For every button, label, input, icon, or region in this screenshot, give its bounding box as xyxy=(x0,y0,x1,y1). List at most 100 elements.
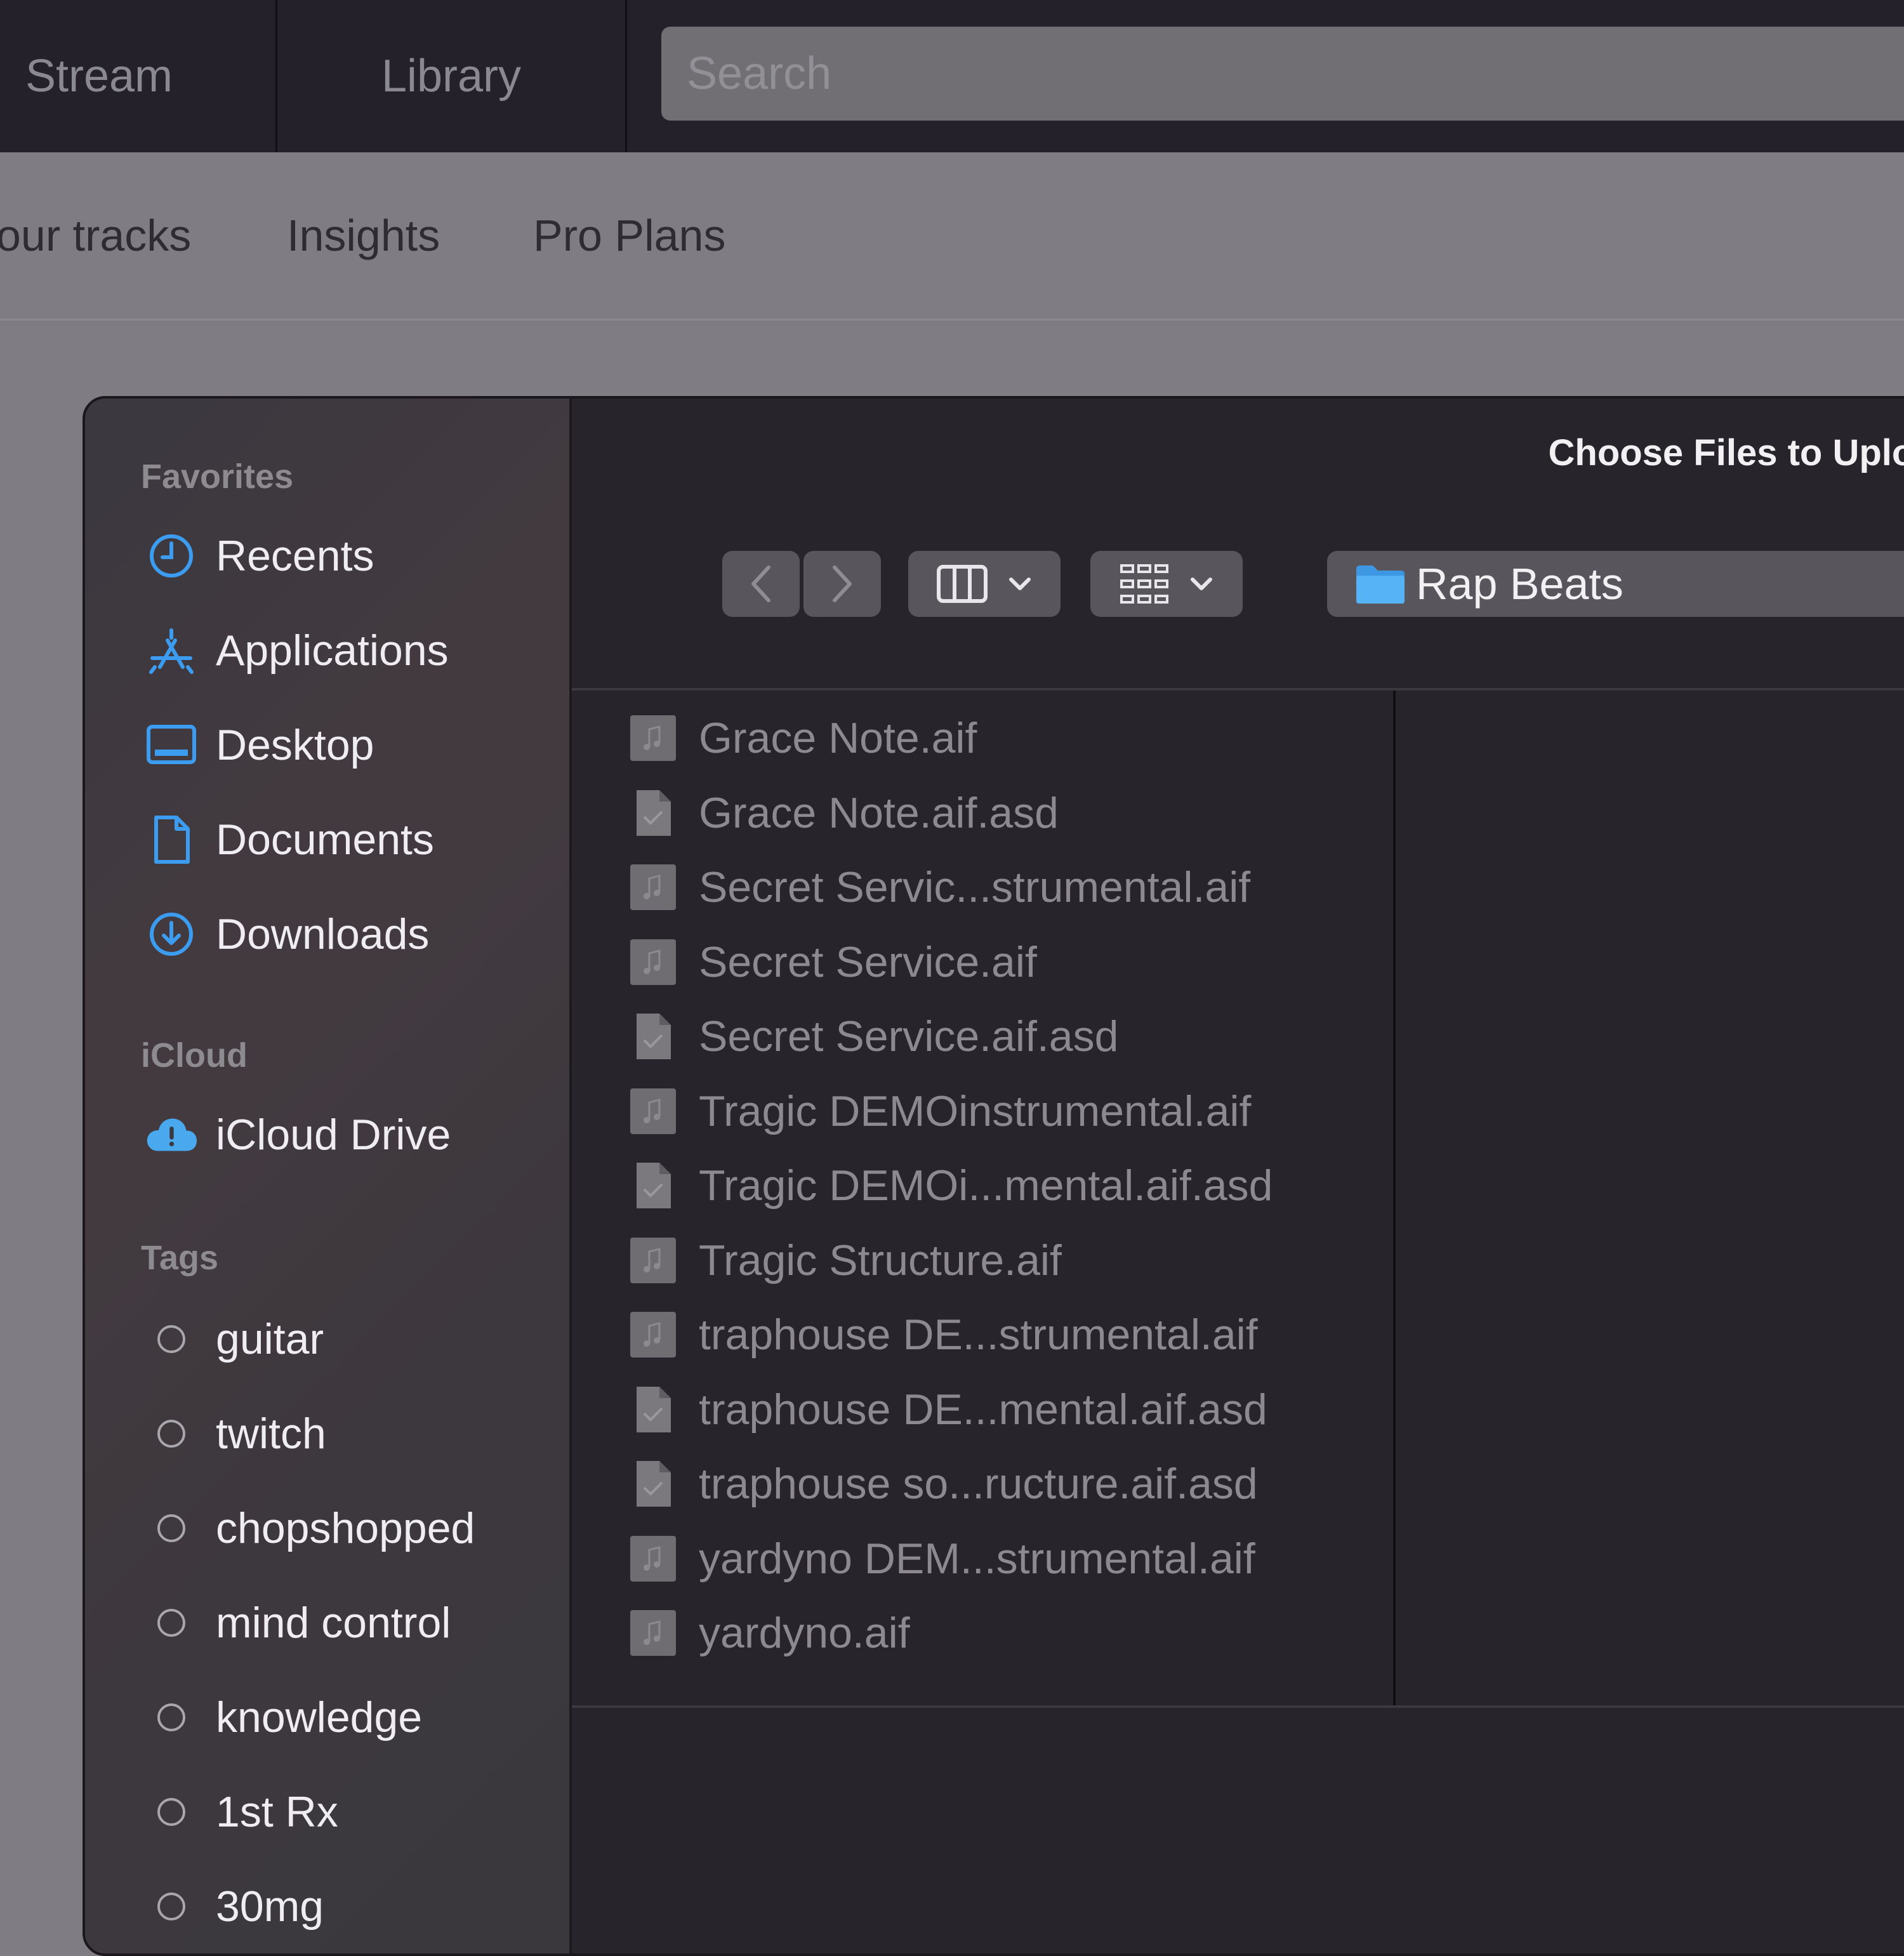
sidebar-item-label: Desktop xyxy=(216,721,374,769)
audio-file-icon xyxy=(628,713,678,763)
sidebar-tag-mind-control[interactable]: mind control xyxy=(146,1591,451,1655)
tag-circle-icon xyxy=(146,1597,197,1648)
location-popup[interactable]: Rap Beats xyxy=(1327,551,1904,617)
desktop-icon xyxy=(146,720,197,770)
tag-circle-icon xyxy=(146,1408,197,1459)
tag-circle-icon xyxy=(146,1881,197,1932)
file-name: yardyno.aif xyxy=(699,1609,910,1657)
subnav-label: Insights xyxy=(287,211,440,260)
tag-label: 30mg xyxy=(216,1882,324,1931)
file-row[interactable]: traphouse DE...strumental.aif xyxy=(628,1300,1258,1370)
file-row[interactable]: traphouse DE...mental.aif.asd xyxy=(628,1375,1267,1444)
sidebar-item-label: Applications xyxy=(216,626,449,675)
audio-file-icon xyxy=(628,1086,678,1137)
file-row[interactable]: Tragic DEMOinstrumental.aif xyxy=(628,1076,1251,1146)
sidebar-item-downloads[interactable]: Downloads xyxy=(146,902,429,966)
audio-file-icon xyxy=(628,1235,678,1286)
search-input[interactable]: Search xyxy=(661,27,1904,121)
tag-label: guitar xyxy=(216,1315,324,1363)
download-icon xyxy=(146,909,197,960)
columns-view-icon xyxy=(937,565,988,603)
document-icon xyxy=(146,814,197,865)
sidebar-item-recents[interactable]: Recents xyxy=(146,524,374,588)
file-row[interactable]: Grace Note.aif.asd xyxy=(628,778,1059,848)
audio-file-icon xyxy=(628,1608,678,1658)
sidebar-tag-twitch[interactable]: twitch xyxy=(146,1402,326,1465)
file-name: yardyno DEM...strumental.aif xyxy=(699,1534,1255,1583)
subnav-insights[interactable]: Insights xyxy=(287,152,440,319)
tag-circle-icon xyxy=(146,1314,197,1365)
icloud-warning-icon xyxy=(146,1109,197,1160)
file-name: Tragic Structure.aif xyxy=(699,1236,1062,1285)
file-name: Grace Note.aif xyxy=(699,714,977,762)
file-name: Secret Service.aif xyxy=(699,937,1037,986)
file-row[interactable]: yardyno DEM...strumental.aif xyxy=(628,1524,1255,1594)
back-button[interactable] xyxy=(722,551,800,617)
subnav-label: our tracks xyxy=(0,211,192,260)
document-file-icon xyxy=(628,788,678,838)
folder-icon xyxy=(1356,565,1405,604)
nav-separator xyxy=(625,0,627,152)
subnav-label: Pro Plans xyxy=(533,211,726,260)
file-row[interactable]: yardyno.aif xyxy=(628,1598,910,1668)
dialog-sidebar: Favorites Recents Applications Desktop D… xyxy=(85,399,572,1953)
tag-label: mind control xyxy=(216,1599,451,1647)
sidebar-item-label: iCloud Drive xyxy=(216,1111,451,1159)
chevron-down-icon xyxy=(1191,578,1212,590)
file-row[interactable]: Secret Servic...strumental.aif xyxy=(628,852,1250,922)
dialog-main: Choose Files to Upload Rap Beats xyxy=(572,399,1904,1953)
sidebar-item-desktop[interactable]: Desktop xyxy=(146,713,374,777)
favorites-heading: Favorites xyxy=(141,458,294,496)
file-name: traphouse DE...strumental.aif xyxy=(699,1311,1258,1359)
top-nav: Stream Library Search xyxy=(0,0,1904,152)
view-mode-button[interactable] xyxy=(908,551,1061,617)
document-file-icon xyxy=(628,1384,678,1435)
sidebar-tag-chopshopped[interactable]: chopshopped xyxy=(146,1497,475,1560)
sidebar-tag-guitar[interactable]: guitar xyxy=(146,1307,324,1371)
tag-label: 1st Rx xyxy=(216,1788,338,1836)
sidebar-item-label: Downloads xyxy=(216,910,430,958)
chevron-left-icon xyxy=(751,565,770,602)
applications-icon xyxy=(146,625,197,676)
tag-circle-icon xyxy=(146,1787,197,1837)
file-row[interactable]: Secret Service.aif xyxy=(628,927,1037,997)
column-divider[interactable] xyxy=(1393,691,1396,1705)
audio-file-icon xyxy=(628,1533,678,1584)
file-name: Tragic DEMOi...mental.aif.asd xyxy=(699,1161,1273,1210)
tag-label: knowledge xyxy=(216,1693,423,1741)
tag-label: chopshopped xyxy=(216,1504,475,1552)
icloud-heading: iCloud xyxy=(141,1036,248,1074)
subnav-pro-plans[interactable]: Pro Plans xyxy=(533,152,725,319)
file-name: Tragic DEMOinstrumental.aif xyxy=(699,1087,1252,1135)
sidebar-tag-knowledge[interactable]: knowledge xyxy=(146,1686,422,1749)
file-row[interactable]: Grace Note.aif xyxy=(628,703,977,773)
sidebar-item-applications[interactable]: Applications xyxy=(146,619,449,682)
tab-library-label: Library xyxy=(381,51,522,102)
grid-icon xyxy=(1120,564,1168,604)
chevron-right-icon xyxy=(833,565,852,602)
file-row[interactable]: traphouse so...ructure.aif.asd xyxy=(628,1449,1258,1519)
clock-icon xyxy=(146,531,197,581)
document-file-icon xyxy=(628,1160,678,1211)
subnav-your-tracks[interactable]: our tracks xyxy=(0,152,191,319)
search-placeholder: Search xyxy=(687,48,832,99)
forward-button[interactable] xyxy=(803,551,881,617)
file-row[interactable]: Secret Service.aif.asd xyxy=(628,1001,1118,1071)
audio-file-icon xyxy=(628,862,678,913)
tab-stream-label: Stream xyxy=(25,51,173,102)
sidebar-tag-30mg[interactable]: 30mg xyxy=(146,1875,324,1938)
document-file-icon xyxy=(628,1011,678,1062)
tab-stream[interactable]: Stream xyxy=(0,0,198,152)
sub-nav: our tracks Insights Pro Plans xyxy=(0,152,1904,320)
sidebar-tag-1st-rx[interactable]: 1st Rx xyxy=(146,1780,338,1844)
sidebar-item-documents[interactable]: Documents xyxy=(146,808,434,871)
group-by-button[interactable] xyxy=(1090,551,1243,617)
file-name: traphouse DE...mental.aif.asd xyxy=(699,1385,1267,1434)
sidebar-item-icloud-drive[interactable]: iCloud Drive xyxy=(146,1103,451,1166)
file-open-dialog: Favorites Recents Applications Desktop D… xyxy=(83,396,1904,1956)
file-row[interactable]: Tragic Structure.aif xyxy=(628,1226,1062,1295)
tab-library[interactable]: Library xyxy=(277,0,625,152)
file-row[interactable]: Tragic DEMOi...mental.aif.asd xyxy=(628,1151,1273,1220)
audio-file-icon xyxy=(628,1309,678,1360)
tags-heading: Tags xyxy=(141,1239,219,1277)
